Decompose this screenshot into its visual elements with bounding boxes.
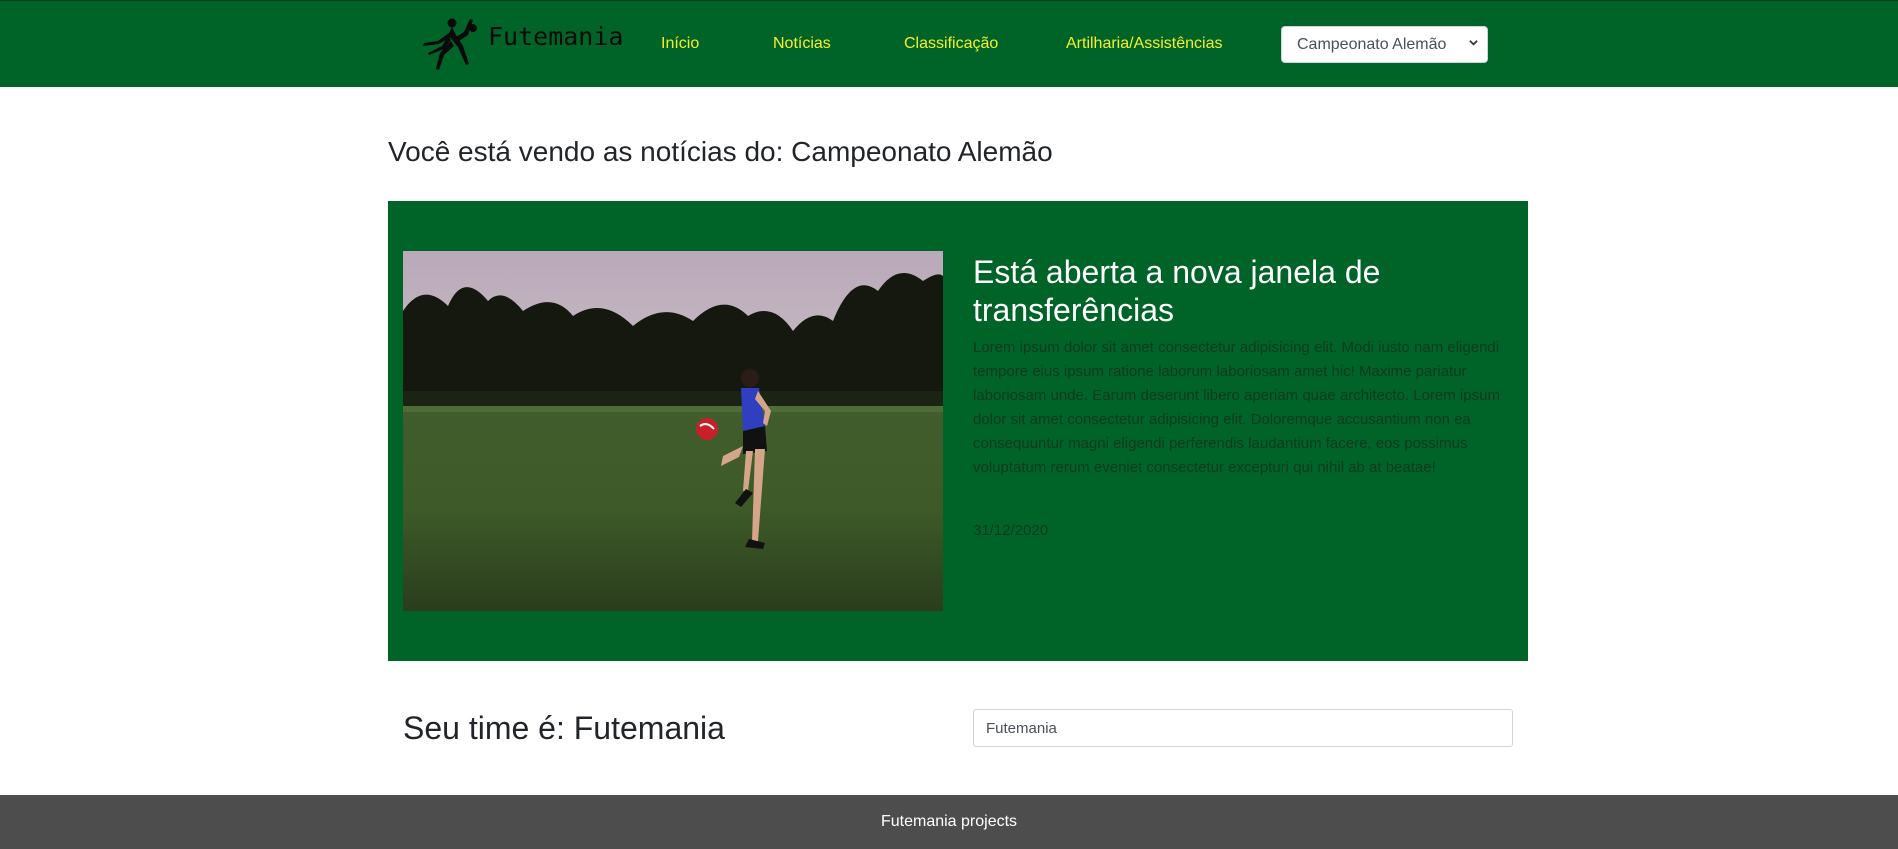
news-body: Lorem ipsum dolor sit amet consectetur a… (973, 339, 1500, 476)
nav-link-noticias[interactable]: Notícias (773, 35, 831, 53)
top-navbar: Futemania Início Notícias Classificação … (0, 0, 1898, 87)
news-title[interactable]: Está aberta a nova janela de transferênc… (973, 253, 1513, 329)
nav-link-inicio[interactable]: Início (661, 35, 699, 53)
league-select-value: Campeonato Alemão (1297, 35, 1447, 53)
bicycle-kick-player-icon (423, 18, 477, 70)
brand-logo-link[interactable]: Futemania (418, 13, 623, 75)
footer-text: Futemania projects (880, 813, 1018, 830)
team-heading: Seu time é: Futemania (403, 710, 725, 746)
footer: Futemania projects (0, 795, 1898, 849)
league-select[interactable]: Campeonato Alemão (1281, 26, 1488, 63)
team-name-input[interactable] (973, 709, 1513, 747)
soccer-player-juggling-ball-photo (403, 251, 943, 611)
news-card: Está aberta a nova janela de transferênc… (388, 201, 1528, 661)
nav-link-artilharia[interactable]: Artilharia/Assistências (1066, 35, 1223, 53)
page-title: Você está vendo as notícias do: Campeona… (388, 136, 1053, 167)
brand-name: Futemania (488, 21, 624, 51)
chevron-down-icon (1469, 40, 1478, 46)
nav-link-classificacao[interactable]: Classificação (904, 35, 998, 53)
news-date: 31/12/2020 (973, 522, 1049, 539)
